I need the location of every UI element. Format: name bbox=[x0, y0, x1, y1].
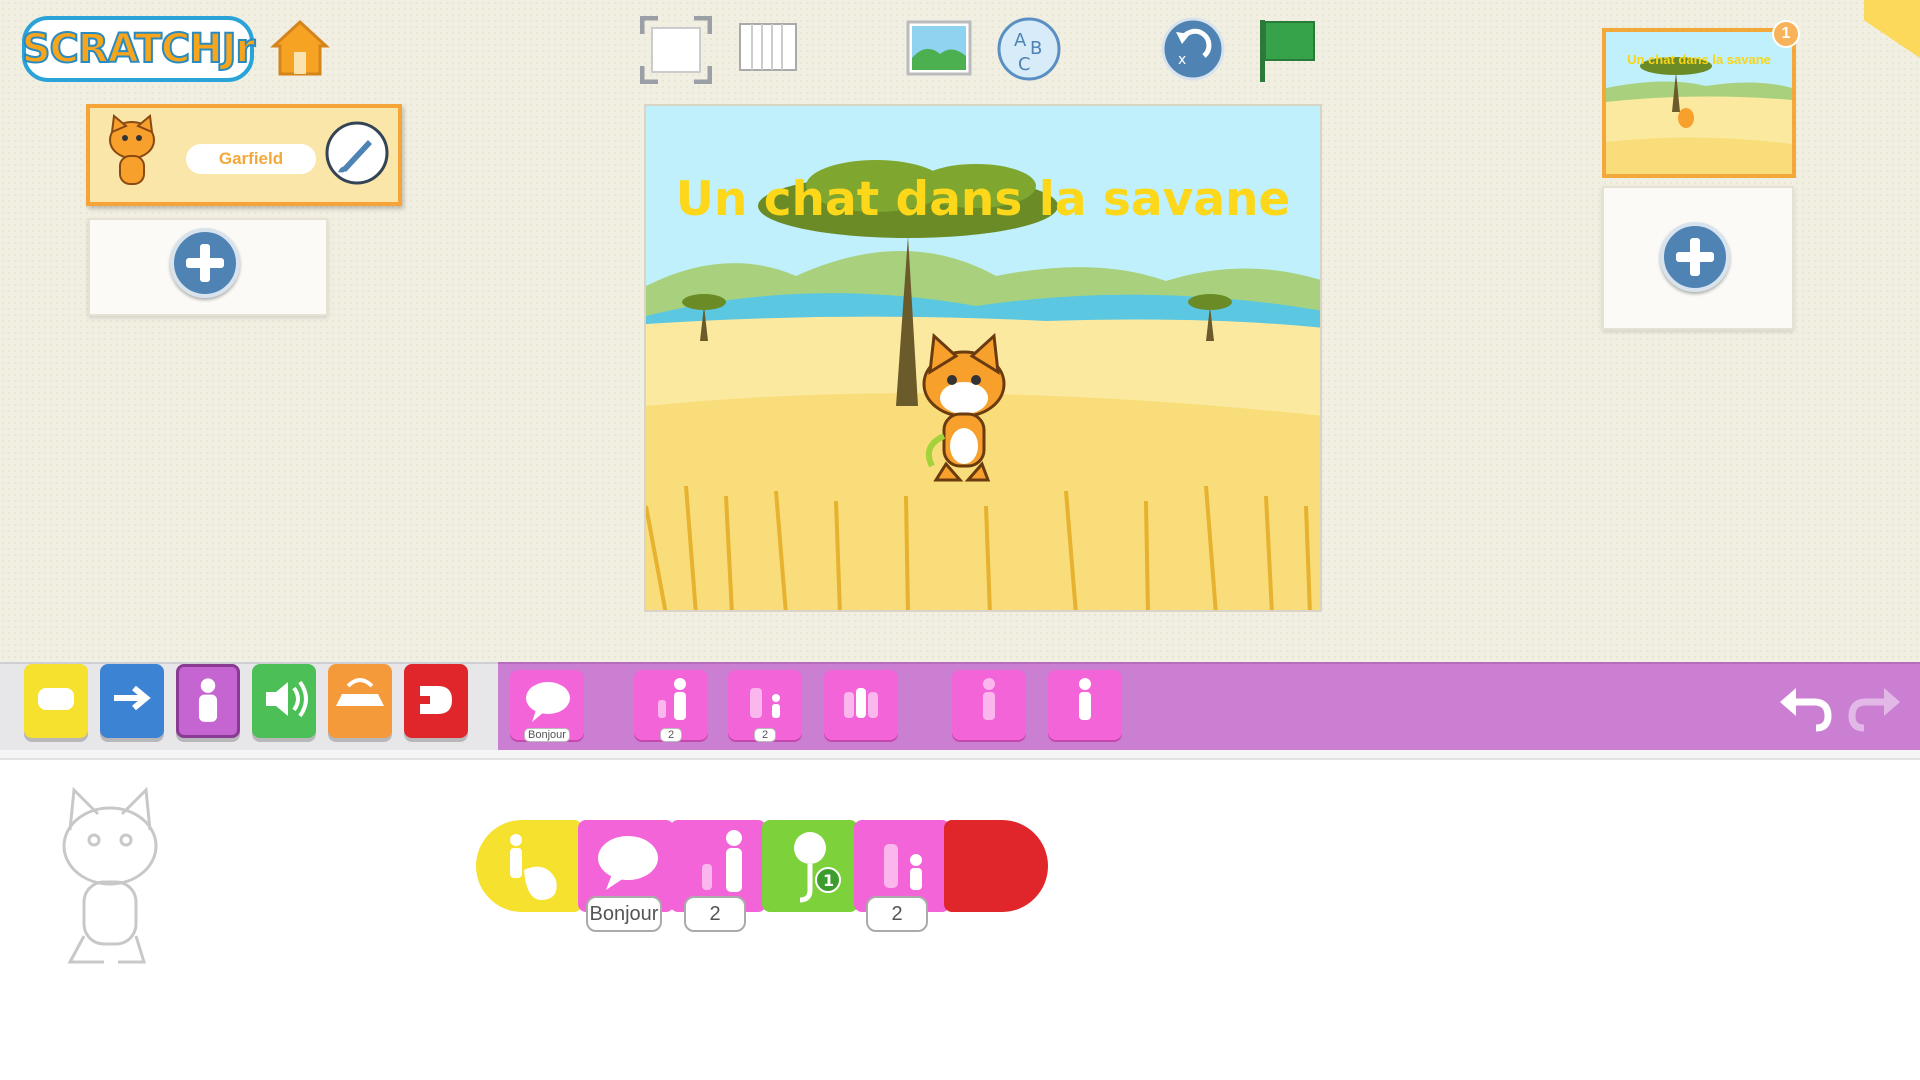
shrink-value-input[interactable]: 2 bbox=[866, 896, 928, 932]
looks-person-icon bbox=[198, 678, 218, 722]
palette-block-hide[interactable] bbox=[952, 670, 1026, 740]
stage-title-text[interactable]: Un chat dans la savane bbox=[646, 172, 1320, 227]
home-icon[interactable] bbox=[268, 16, 332, 80]
undo-icon[interactable] bbox=[1776, 676, 1836, 736]
say-text-input[interactable]: Bonjour bbox=[586, 896, 662, 932]
grow-person-icon bbox=[658, 678, 686, 720]
category-control[interactable] bbox=[328, 664, 392, 738]
category-triggering[interactable] bbox=[24, 664, 88, 738]
palette-grow-value: 2 bbox=[660, 728, 682, 742]
fullscreen-icon[interactable] bbox=[640, 16, 712, 84]
script-block-start-on-tap[interactable] bbox=[476, 820, 582, 912]
reset-icon[interactable]: x bbox=[1160, 16, 1226, 82]
speech-bubble-icon bbox=[526, 682, 570, 722]
cat-sprite-thumbnail-icon bbox=[109, 114, 155, 185]
category-end[interactable] bbox=[404, 664, 468, 738]
scripts-area-divider bbox=[0, 750, 1920, 760]
page-thumbnail-title: Un chat dans la savane bbox=[1627, 52, 1771, 67]
svg-text:1: 1 bbox=[823, 871, 834, 890]
paint-editor-icon[interactable] bbox=[324, 120, 390, 186]
svg-text:C: C bbox=[1018, 54, 1031, 75]
end-icon bbox=[420, 686, 452, 714]
svg-text:B: B bbox=[1030, 38, 1042, 59]
green-flag-icon[interactable] bbox=[1256, 16, 1320, 86]
add-page-button[interactable] bbox=[1660, 222, 1730, 292]
scratchjr-logo: SCRATCHJr bbox=[21, 16, 256, 82]
tap-hand-icon bbox=[510, 834, 557, 900]
show-person-icon bbox=[1079, 678, 1091, 720]
page-thumbnail[interactable]: Un chat dans la savane bbox=[1602, 28, 1796, 178]
category-motion[interactable] bbox=[100, 664, 164, 738]
stage[interactable]: Un chat dans la savane bbox=[644, 104, 1322, 612]
hide-person-icon bbox=[983, 678, 995, 720]
page-number-badge: 1 bbox=[1772, 20, 1800, 48]
svg-text:x: x bbox=[1178, 52, 1186, 68]
category-sound[interactable] bbox=[252, 664, 316, 738]
svg-text:A: A bbox=[1014, 30, 1027, 51]
text-abc-icon[interactable]: A B C bbox=[996, 16, 1062, 82]
palette-block-say[interactable]: Bonjour bbox=[510, 670, 584, 742]
control-icon bbox=[336, 678, 384, 706]
block-palette bbox=[498, 662, 1920, 750]
category-looks[interactable] bbox=[176, 664, 240, 738]
palette-block-show[interactable] bbox=[1048, 670, 1122, 740]
background-icon[interactable] bbox=[904, 16, 974, 80]
reset-size-icon bbox=[844, 688, 878, 718]
grow-value-input[interactable]: 2 bbox=[684, 896, 746, 932]
palette-block-grow[interactable]: 2 bbox=[634, 670, 708, 742]
palette-shrink-value: 2 bbox=[754, 728, 776, 742]
script-block-end[interactable] bbox=[944, 820, 1048, 912]
grid-icon[interactable] bbox=[736, 16, 800, 80]
redo-icon[interactable] bbox=[1844, 676, 1904, 736]
triggering-icon bbox=[38, 688, 74, 710]
script-block-play-recorded-sound[interactable]: 1 bbox=[762, 820, 858, 912]
microphone-icon: 1 bbox=[794, 832, 841, 903]
motion-arrow-icon bbox=[114, 685, 151, 711]
add-sprite-button[interactable] bbox=[170, 228, 240, 298]
shrink-person-icon bbox=[750, 688, 780, 718]
sprite-name-field[interactable]: Garfield bbox=[186, 144, 316, 174]
sound-speaker-icon bbox=[266, 680, 308, 718]
sprite-card[interactable]: Garfield bbox=[86, 104, 402, 206]
selected-sprite-watermark-icon bbox=[62, 786, 158, 964]
palette-block-shrink[interactable]: 2 bbox=[728, 670, 802, 742]
palette-say-label: Bonjour bbox=[524, 728, 570, 742]
palette-block-reset-size[interactable] bbox=[824, 670, 898, 740]
